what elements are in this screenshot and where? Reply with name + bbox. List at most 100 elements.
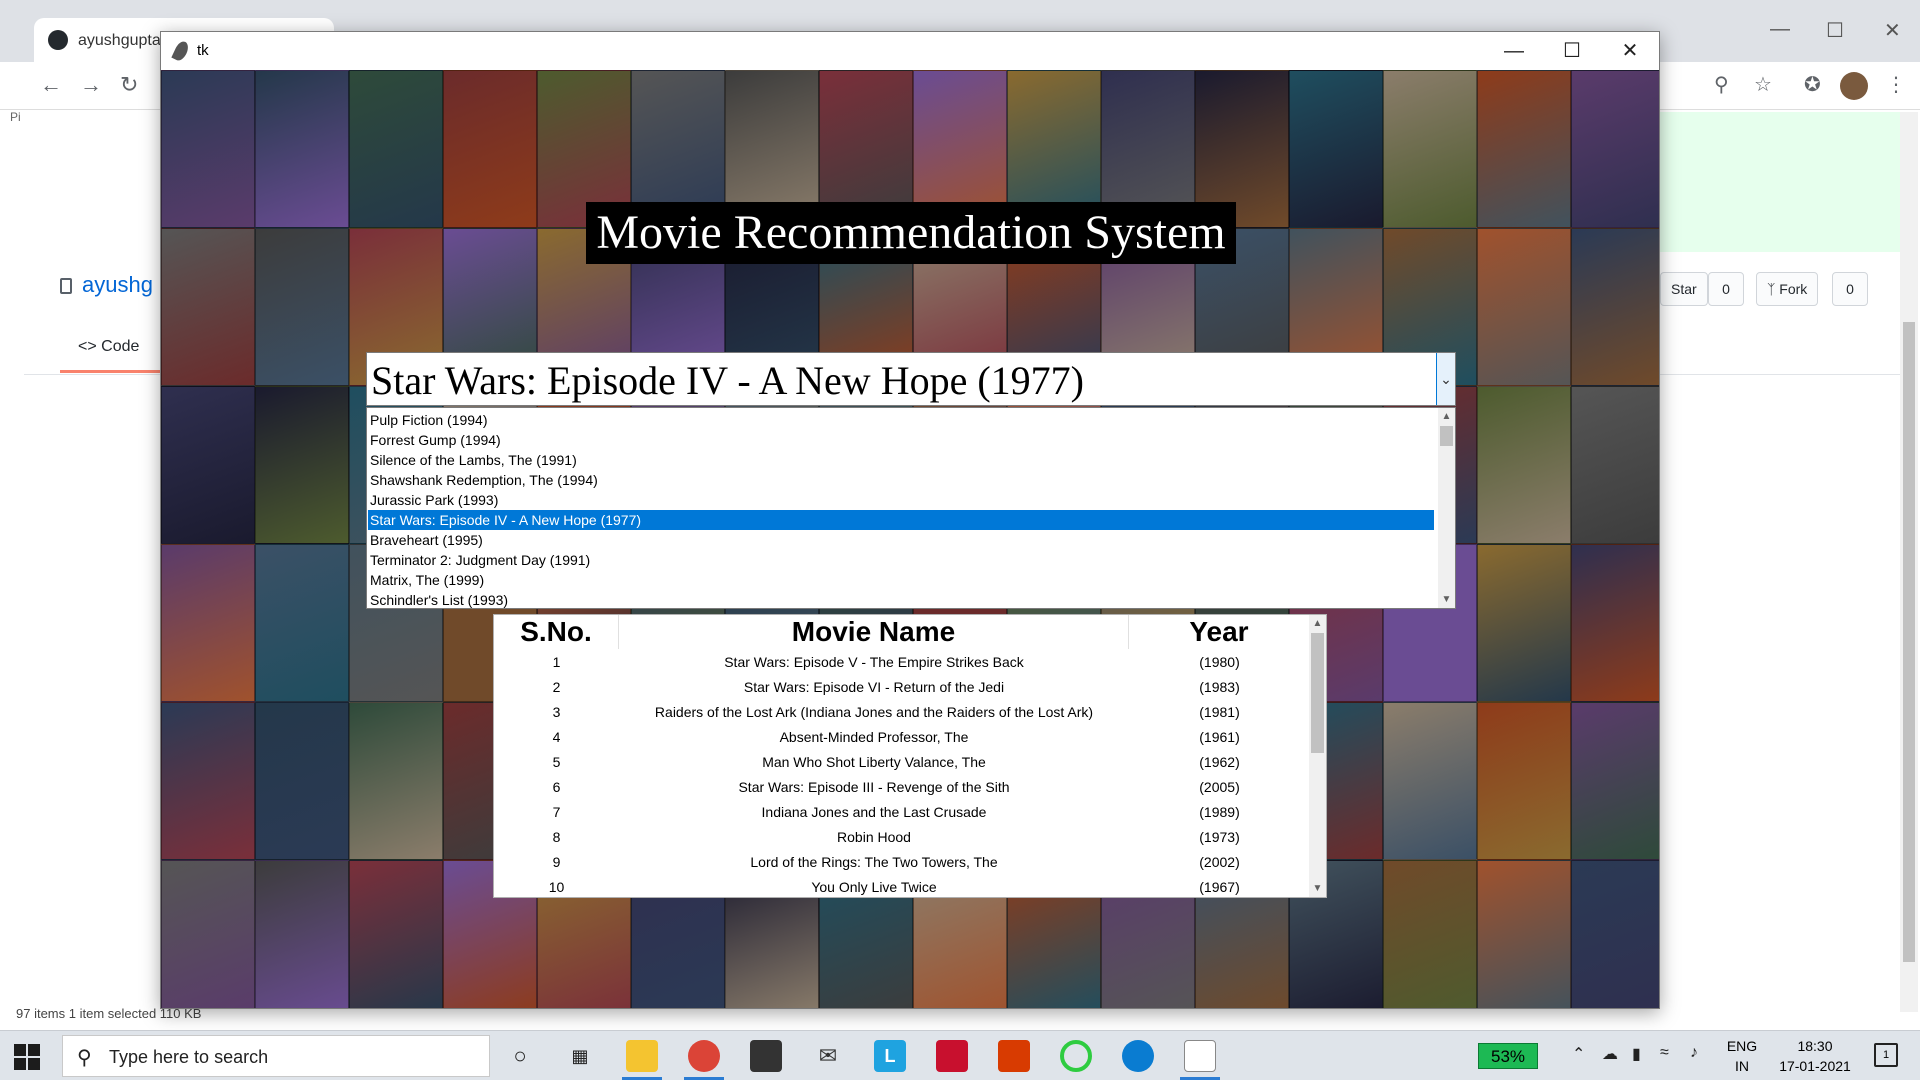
dropdown-item[interactable]: Silence of the Lambs, The (1991) (368, 450, 1434, 470)
repo-title[interactable]: ayushg (60, 272, 153, 298)
browser-scrollbar-thumb[interactable] (1903, 322, 1915, 962)
windows-start-icon[interactable] (14, 1044, 40, 1070)
scroll-up-icon[interactable]: ▲ (1309, 615, 1326, 632)
dropdown-arrow-icon[interactable]: ⌄ (1436, 353, 1455, 405)
browser-minimize-icon[interactable]: — (1770, 18, 1790, 41)
reload-icon[interactable]: ↻ (120, 72, 138, 98)
table-row[interactable]: 6 Star Wars: Episode III - Revenge of the… (494, 776, 1310, 801)
star-button[interactable]: Star (1660, 272, 1708, 306)
scroll-down-icon[interactable]: ▼ (1438, 591, 1455, 608)
dropdown-item[interactable]: Jurassic Park (1993) (368, 490, 1434, 510)
cell-movie-name: Star Wars: Episode V - The Empire Strike… (724, 654, 1024, 670)
table-row[interactable]: 8 Robin Hood (1973) (494, 826, 1310, 851)
back-icon[interactable]: ← (40, 72, 62, 98)
movie-dropdown-list[interactable]: Pulp Fiction (1994) Forrest Gump (1994) Si… (366, 407, 1456, 609)
dropdown-item[interactable]: Terminator 2: Judgment Day (1991) (368, 550, 1434, 570)
cortana-icon[interactable]: ○ (504, 1040, 536, 1072)
movie-poster (1477, 860, 1571, 1008)
office-icon[interactable] (998, 1040, 1030, 1072)
dropdown-item[interactable]: Pulp Fiction (1994) (368, 410, 1434, 430)
dropdown-scrollbar[interactable]: ▲ ▼ (1438, 408, 1455, 608)
lang-line1: ENG (1726, 1038, 1758, 1054)
browser-maximize-icon[interactable]: ☐ (1826, 18, 1844, 43)
movie-poster (349, 860, 443, 1008)
app-l-icon[interactable]: L (874, 1040, 906, 1072)
table-row[interactable]: 7 Indiana Jones and the Last Crusade (1989… (494, 801, 1310, 826)
forward-icon[interactable]: → (80, 72, 102, 98)
maximize-icon[interactable]: ☐ (1543, 32, 1601, 70)
language-indicator[interactable]: ENG IN (1722, 1036, 1762, 1076)
dropdown-item[interactable]: Star Wars: Episode IV - A New Hope (1977… (368, 510, 1434, 530)
scroll-up-icon[interactable]: ▲ (1438, 408, 1455, 425)
cell-sno: 5 (552, 754, 561, 770)
table-scrollbar[interactable]: ▲ ▼ (1309, 615, 1326, 897)
store-icon[interactable] (750, 1040, 782, 1072)
cell-movie-name: Robin Hood (837, 829, 911, 845)
cell-year: (1981) (1199, 704, 1240, 720)
table-scroll-thumb[interactable] (1311, 633, 1324, 753)
taskbar-search[interactable]: ⚲ Type here to search (62, 1035, 490, 1077)
file-explorer-icon[interactable] (626, 1040, 658, 1072)
network-icon[interactable]: ☁ (1602, 1044, 1618, 1064)
table-row[interactable]: 5 Man Who Shot Liberty Valance, The (1962) (494, 751, 1310, 776)
header-sno[interactable]: S.No. (494, 615, 619, 649)
wifi-icon[interactable]: ≈ (1660, 1044, 1669, 1062)
clock-time: 18:30 (1797, 1038, 1833, 1054)
cell-movie-name: Lord of the Rings: The Two Towers, The (750, 854, 998, 870)
profile-avatar[interactable] (1840, 72, 1868, 100)
dropdown-item[interactable]: Shawshank Redemption, The (1994) (368, 470, 1434, 490)
menu-icon[interactable]: ⋮ (1886, 72, 1906, 97)
dropdown-item[interactable]: Braveheart (1995) (368, 530, 1434, 550)
scroll-down-icon[interactable]: ▼ (1309, 880, 1326, 897)
notification-center-icon[interactable]: 1 (1874, 1043, 1898, 1067)
table-row[interactable]: 4 Absent-Minded Professor, The (1961) (494, 726, 1310, 751)
header-year[interactable]: Year (1129, 615, 1310, 649)
volume-icon[interactable]: ♪ (1690, 1044, 1698, 1062)
tab-code[interactable]: <> Code (78, 338, 139, 356)
mail-icon[interactable]: ✉ (812, 1040, 844, 1072)
browser-close-icon[interactable]: ✕ (1884, 18, 1901, 43)
close-icon[interactable]: ✕ (1601, 32, 1659, 70)
tk-titlebar[interactable]: tk — ☐ ✕ (161, 32, 1659, 70)
document-icon[interactable] (1184, 1040, 1216, 1072)
zoom-icon[interactable]: ⚲ (1714, 72, 1729, 97)
dropdown-item[interactable]: Matrix, The (1999) (368, 570, 1434, 590)
chrome-icon[interactable] (688, 1040, 720, 1072)
circle-app-icon[interactable] (1060, 1040, 1092, 1072)
search-icon: ⚲ (77, 1047, 92, 1069)
dropdown-item[interactable]: Schindler's List (1993) (368, 590, 1434, 608)
cell-year: (2005) (1199, 779, 1240, 795)
tray-overflow-icon[interactable]: ⌃ (1572, 1044, 1585, 1064)
table-row[interactable]: 1 Star Wars: Episode V - The Empire Strik… (494, 651, 1310, 676)
dropdown-scroll-thumb[interactable] (1440, 426, 1453, 446)
movie-poster (1571, 860, 1659, 1008)
table-row[interactable]: 10 You Only Live Twice (1967) (494, 876, 1310, 897)
battery-widget[interactable]: 53% (1478, 1043, 1538, 1069)
fork-button[interactable]: ᛉ Fork (1756, 272, 1819, 306)
task-view-icon[interactable]: ▦ (564, 1040, 596, 1072)
edge-icon[interactable] (1122, 1040, 1154, 1072)
github-icon (48, 30, 68, 50)
bookmark-star-icon[interactable]: ☆ (1754, 72, 1772, 97)
fork-count-value: 0 (1846, 281, 1854, 297)
tk-window-title: tk (197, 42, 209, 59)
movie-poster-collage: Movie Recommendation System Star Wars: E… (161, 70, 1659, 1008)
clock[interactable]: 18:30 17-01-2021 (1770, 1036, 1860, 1076)
table-row[interactable]: 3 Raiders of the Lost Ark (Indiana Jones … (494, 701, 1310, 726)
header-movie-name[interactable]: Movie Name (619, 615, 1129, 649)
cell-year: (1980) (1199, 654, 1240, 670)
minimize-icon[interactable]: — (1485, 32, 1543, 70)
cell-sno: 7 (552, 804, 561, 820)
extensions-icon[interactable]: ✪ (1804, 72, 1821, 97)
combobox-selected-value: Star Wars: Episode IV - A New Hope (1977… (371, 358, 1084, 403)
movie-poster (1289, 70, 1383, 228)
table-row[interactable]: 9 Lord of the Rings: The Two Towers, The (… (494, 851, 1310, 876)
battery-icon[interactable]: ▮ (1632, 1044, 1641, 1064)
mcafee-icon[interactable] (936, 1040, 968, 1072)
movie-combobox[interactable]: Star Wars: Episode IV - A New Hope (1977… (366, 352, 1456, 406)
browser-scrollbar[interactable] (1900, 112, 1918, 1012)
repo-name: ayushg (82, 272, 153, 297)
dropdown-item[interactable]: Forrest Gump (1994) (368, 430, 1434, 450)
table-row[interactable]: 2 Star Wars: Episode VI - Return of the J… (494, 676, 1310, 701)
cell-movie-name: You Only Live Twice (811, 879, 937, 895)
